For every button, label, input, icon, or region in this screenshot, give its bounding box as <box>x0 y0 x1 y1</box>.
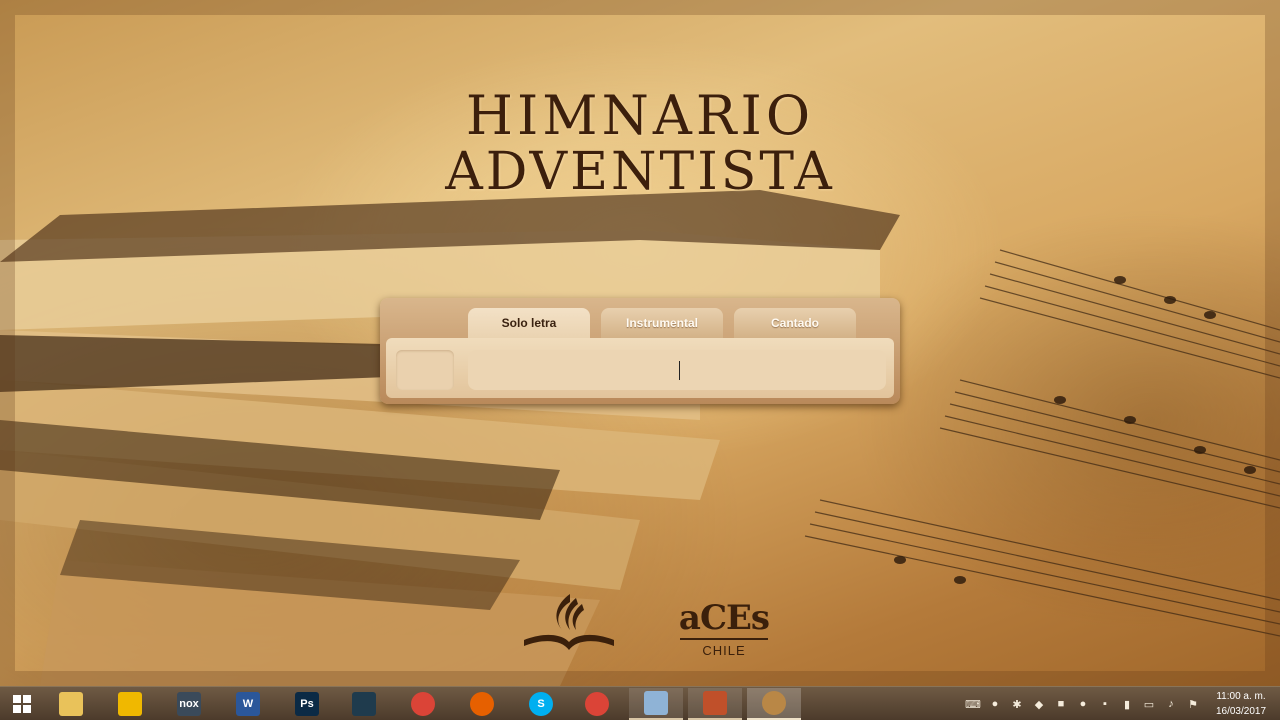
start-button[interactable] <box>0 687 44 720</box>
taskbar-app-8[interactable] <box>455 688 509 720</box>
adventist-logo-icon <box>524 594 614 650</box>
nox-icon: nox <box>177 692 201 716</box>
aces-logo-country: CHILE <box>702 643 746 658</box>
aces-logo-rule <box>680 638 768 640</box>
headphones-icon <box>118 692 142 716</box>
taskbar-app-5[interactable]: Ps <box>280 688 334 720</box>
photoshop-icon: Ps <box>295 692 319 716</box>
taskbar-clock[interactable]: 11:00 a. m. 16/03/2017 <box>1208 689 1274 719</box>
taskbar-app-11[interactable] <box>629 688 683 720</box>
aces-logo-word: aCEs <box>678 598 770 638</box>
tab-instrumental[interactable]: Instrumental <box>601 308 723 338</box>
title-line-2: ADVENTISTA <box>445 142 835 202</box>
dropbox-icon[interactable]: ◆ <box>1030 695 1048 713</box>
flag-icon[interactable]: ⚑ <box>1184 695 1202 713</box>
taskbar-app-7[interactable] <box>396 688 450 720</box>
system-tray: ⌨ ● ✱ ◆ ■ ● ▪ ▮ ▭ ♪ ⚑ <box>962 687 1204 720</box>
himnario-window: HIMNARIO ADVENTISTA Solo letra Instrumen… <box>0 0 1280 686</box>
himnario-icon <box>762 691 786 715</box>
app-arrow-icon <box>352 692 376 716</box>
puzzle-tray-icon[interactable]: ✱ <box>1008 695 1026 713</box>
windows-taskbar: nox W Ps S ⌨ ● ✱ ◆ ■ ● ▪ ▮ ▭ ♪ ⚑ 11:00 a. m… <box>0 686 1280 720</box>
firefox-icon <box>470 692 494 716</box>
taskbar-app-13[interactable] <box>747 688 801 720</box>
search-input[interactable] <box>468 350 886 390</box>
chrome-tray-icon[interactable]: ● <box>986 695 1004 713</box>
aces-chile-logo: aCEs CHILE <box>668 600 780 668</box>
chrome-icon-2 <box>585 692 609 716</box>
text-caret <box>679 361 680 380</box>
taskbar-app-12[interactable] <box>688 688 742 720</box>
windows-logo-icon <box>13 695 31 713</box>
chrome-icon <box>411 692 435 716</box>
taskbar-app-3[interactable]: nox <box>162 688 216 720</box>
network-adapter-icon[interactable]: ▪ <box>1096 695 1114 713</box>
clock-time: 11:00 a. m. <box>1216 691 1266 702</box>
battery-icon[interactable]: ▭ <box>1140 695 1158 713</box>
tab-solo-letra[interactable]: Solo letra <box>468 308 590 338</box>
sync-tray-icon[interactable]: ● <box>1074 695 1092 713</box>
taskbar-app-9[interactable]: S <box>514 688 568 720</box>
taskbar-app-1[interactable] <box>44 688 98 720</box>
app-title: HIMNARIO ADVENTISTA <box>360 84 920 202</box>
clock-date: 16/03/2017 <box>1215 706 1267 717</box>
word-icon: W <box>236 692 260 716</box>
taskbar-app-4[interactable]: W <box>221 688 275 720</box>
keyboard-icon[interactable]: ⌨ <box>964 695 982 713</box>
search-panel: Solo letra Instrumental Cantado <box>380 298 900 404</box>
glove-icon <box>703 691 727 715</box>
tab-cantado[interactable]: Cantado <box>734 308 856 338</box>
search-row <box>386 338 894 398</box>
signal-icon[interactable]: ▮ <box>1118 695 1136 713</box>
mode-tabs: Solo letra Instrumental Cantado <box>468 308 867 340</box>
taskbar-app-6[interactable] <box>337 688 391 720</box>
volume-icon[interactable]: ♪ <box>1162 695 1180 713</box>
title-line-1: HIMNARIO <box>465 84 815 147</box>
skype-icon: S <box>529 692 553 716</box>
folder-tray-icon[interactable]: ■ <box>1052 695 1070 713</box>
number-button[interactable] <box>396 350 454 390</box>
taskbar-app-2[interactable] <box>103 688 157 720</box>
notes-icon <box>644 691 668 715</box>
file-explorer-icon <box>59 692 83 716</box>
taskbar-app-10[interactable] <box>570 688 624 720</box>
